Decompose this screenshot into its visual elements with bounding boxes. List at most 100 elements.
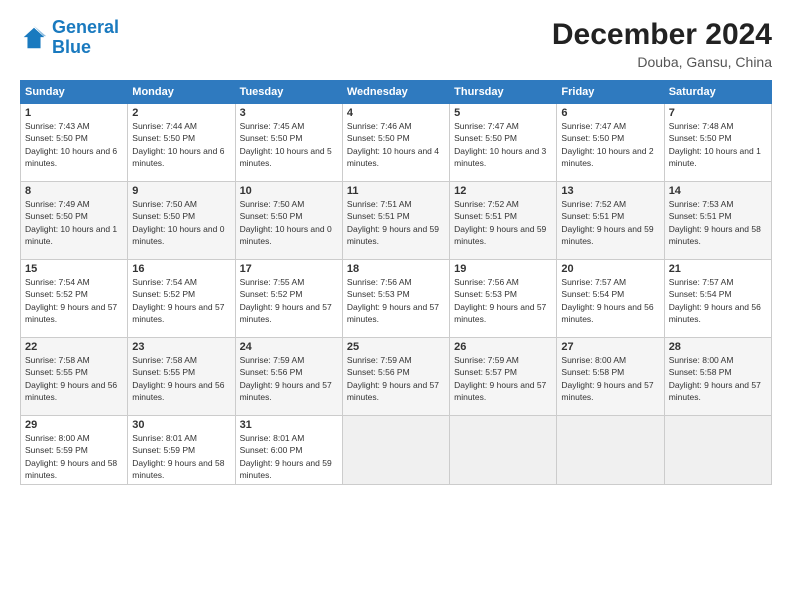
day-info: Sunrise: 7:49 AM Sunset: 5:50 PM Dayligh…	[25, 198, 123, 247]
day-info: Sunrise: 7:59 AM Sunset: 5:56 PM Dayligh…	[240, 354, 338, 403]
day-info: Sunrise: 7:50 AM Sunset: 5:50 PM Dayligh…	[132, 198, 230, 247]
location: Douba, Gansu, China	[552, 54, 772, 70]
table-cell: 23 Sunrise: 7:58 AM Sunset: 5:55 PM Dayl…	[128, 338, 235, 416]
day-number: 11	[347, 185, 445, 197]
day-info: Sunrise: 7:44 AM Sunset: 5:50 PM Dayligh…	[132, 120, 230, 169]
table-cell: 25 Sunrise: 7:59 AM Sunset: 5:56 PM Dayl…	[342, 338, 449, 416]
day-number: 27	[561, 341, 659, 353]
table-cell: 24 Sunrise: 7:59 AM Sunset: 5:56 PM Dayl…	[235, 338, 342, 416]
table-cell: 30 Sunrise: 8:01 AM Sunset: 5:59 PM Dayl…	[128, 416, 235, 485]
day-info: Sunrise: 7:47 AM Sunset: 5:50 PM Dayligh…	[561, 120, 659, 169]
day-info: Sunrise: 8:01 AM Sunset: 5:59 PM Dayligh…	[132, 432, 230, 481]
day-number: 26	[454, 341, 552, 353]
table-cell: 1 Sunrise: 7:43 AM Sunset: 5:50 PM Dayli…	[21, 104, 128, 182]
day-number: 14	[669, 185, 767, 197]
day-number: 5	[454, 107, 552, 119]
table-cell: 27 Sunrise: 8:00 AM Sunset: 5:58 PM Dayl…	[557, 338, 664, 416]
day-info: Sunrise: 7:57 AM Sunset: 5:54 PM Dayligh…	[561, 276, 659, 325]
table-cell: 8 Sunrise: 7:49 AM Sunset: 5:50 PM Dayli…	[21, 182, 128, 260]
table-cell: 31 Sunrise: 8:01 AM Sunset: 6:00 PM Dayl…	[235, 416, 342, 485]
table-cell: 12 Sunrise: 7:52 AM Sunset: 5:51 PM Dayl…	[450, 182, 557, 260]
col-tuesday: Tuesday	[235, 81, 342, 104]
table-cell: 13 Sunrise: 7:52 AM Sunset: 5:51 PM Dayl…	[557, 182, 664, 260]
day-number: 8	[25, 185, 123, 197]
day-number: 18	[347, 263, 445, 275]
logo-text: General Blue	[52, 18, 119, 58]
day-info: Sunrise: 7:45 AM Sunset: 5:50 PM Dayligh…	[240, 120, 338, 169]
day-info: Sunrise: 7:58 AM Sunset: 5:55 PM Dayligh…	[132, 354, 230, 403]
day-info: Sunrise: 7:57 AM Sunset: 5:54 PM Dayligh…	[669, 276, 767, 325]
day-number: 23	[132, 341, 230, 353]
col-friday: Friday	[557, 81, 664, 104]
day-info: Sunrise: 7:50 AM Sunset: 5:50 PM Dayligh…	[240, 198, 338, 247]
header-row: Sunday Monday Tuesday Wednesday Thursday…	[21, 81, 772, 104]
col-saturday: Saturday	[664, 81, 771, 104]
day-info: Sunrise: 7:48 AM Sunset: 5:50 PM Dayligh…	[669, 120, 767, 169]
day-info: Sunrise: 8:00 AM Sunset: 5:58 PM Dayligh…	[561, 354, 659, 403]
table-cell	[664, 416, 771, 485]
day-number: 31	[240, 419, 338, 431]
col-monday: Monday	[128, 81, 235, 104]
day-number: 17	[240, 263, 338, 275]
table-cell: 6 Sunrise: 7:47 AM Sunset: 5:50 PM Dayli…	[557, 104, 664, 182]
day-info: Sunrise: 7:58 AM Sunset: 5:55 PM Dayligh…	[25, 354, 123, 403]
day-number: 28	[669, 341, 767, 353]
table-cell: 26 Sunrise: 7:59 AM Sunset: 5:57 PM Dayl…	[450, 338, 557, 416]
day-number: 10	[240, 185, 338, 197]
calendar-table: Sunday Monday Tuesday Wednesday Thursday…	[20, 80, 772, 485]
day-info: Sunrise: 7:52 AM Sunset: 5:51 PM Dayligh…	[454, 198, 552, 247]
table-cell: 3 Sunrise: 7:45 AM Sunset: 5:50 PM Dayli…	[235, 104, 342, 182]
table-cell: 22 Sunrise: 7:58 AM Sunset: 5:55 PM Dayl…	[21, 338, 128, 416]
day-number: 6	[561, 107, 659, 119]
day-info: Sunrise: 7:59 AM Sunset: 5:57 PM Dayligh…	[454, 354, 552, 403]
day-number: 9	[132, 185, 230, 197]
table-cell	[450, 416, 557, 485]
day-number: 2	[132, 107, 230, 119]
day-number: 29	[25, 419, 123, 431]
day-number: 19	[454, 263, 552, 275]
header: General Blue December 2024 Douba, Gansu,…	[20, 18, 772, 70]
title-block: December 2024 Douba, Gansu, China	[552, 18, 772, 70]
day-number: 30	[132, 419, 230, 431]
logo-icon	[20, 24, 48, 52]
table-cell: 18 Sunrise: 7:56 AM Sunset: 5:53 PM Dayl…	[342, 260, 449, 338]
table-cell: 4 Sunrise: 7:46 AM Sunset: 5:50 PM Dayli…	[342, 104, 449, 182]
day-number: 7	[669, 107, 767, 119]
day-info: Sunrise: 7:54 AM Sunset: 5:52 PM Dayligh…	[25, 276, 123, 325]
calendar-page: General Blue December 2024 Douba, Gansu,…	[0, 0, 792, 612]
day-number: 25	[347, 341, 445, 353]
day-number: 12	[454, 185, 552, 197]
table-cell: 19 Sunrise: 7:56 AM Sunset: 5:53 PM Dayl…	[450, 260, 557, 338]
day-info: Sunrise: 7:52 AM Sunset: 5:51 PM Dayligh…	[561, 198, 659, 247]
day-number: 1	[25, 107, 123, 119]
table-cell	[557, 416, 664, 485]
day-info: Sunrise: 7:53 AM Sunset: 5:51 PM Dayligh…	[669, 198, 767, 247]
col-sunday: Sunday	[21, 81, 128, 104]
day-info: Sunrise: 7:56 AM Sunset: 5:53 PM Dayligh…	[454, 276, 552, 325]
day-number: 21	[669, 263, 767, 275]
table-cell: 28 Sunrise: 8:00 AM Sunset: 5:58 PM Dayl…	[664, 338, 771, 416]
day-number: 22	[25, 341, 123, 353]
day-number: 3	[240, 107, 338, 119]
day-number: 16	[132, 263, 230, 275]
table-cell	[342, 416, 449, 485]
table-cell: 2 Sunrise: 7:44 AM Sunset: 5:50 PM Dayli…	[128, 104, 235, 182]
col-wednesday: Wednesday	[342, 81, 449, 104]
table-cell: 15 Sunrise: 7:54 AM Sunset: 5:52 PM Dayl…	[21, 260, 128, 338]
day-info: Sunrise: 7:59 AM Sunset: 5:56 PM Dayligh…	[347, 354, 445, 403]
day-number: 4	[347, 107, 445, 119]
table-cell: 14 Sunrise: 7:53 AM Sunset: 5:51 PM Dayl…	[664, 182, 771, 260]
day-number: 20	[561, 263, 659, 275]
table-cell: 5 Sunrise: 7:47 AM Sunset: 5:50 PM Dayli…	[450, 104, 557, 182]
col-thursday: Thursday	[450, 81, 557, 104]
table-cell: 21 Sunrise: 7:57 AM Sunset: 5:54 PM Dayl…	[664, 260, 771, 338]
month-title: December 2024	[552, 18, 772, 52]
day-number: 13	[561, 185, 659, 197]
day-info: Sunrise: 7:46 AM Sunset: 5:50 PM Dayligh…	[347, 120, 445, 169]
day-info: Sunrise: 8:01 AM Sunset: 6:00 PM Dayligh…	[240, 432, 338, 481]
table-cell: 17 Sunrise: 7:55 AM Sunset: 5:52 PM Dayl…	[235, 260, 342, 338]
table-cell: 29 Sunrise: 8:00 AM Sunset: 5:59 PM Dayl…	[21, 416, 128, 485]
table-cell: 20 Sunrise: 7:57 AM Sunset: 5:54 PM Dayl…	[557, 260, 664, 338]
table-cell: 7 Sunrise: 7:48 AM Sunset: 5:50 PM Dayli…	[664, 104, 771, 182]
day-info: Sunrise: 8:00 AM Sunset: 5:58 PM Dayligh…	[669, 354, 767, 403]
